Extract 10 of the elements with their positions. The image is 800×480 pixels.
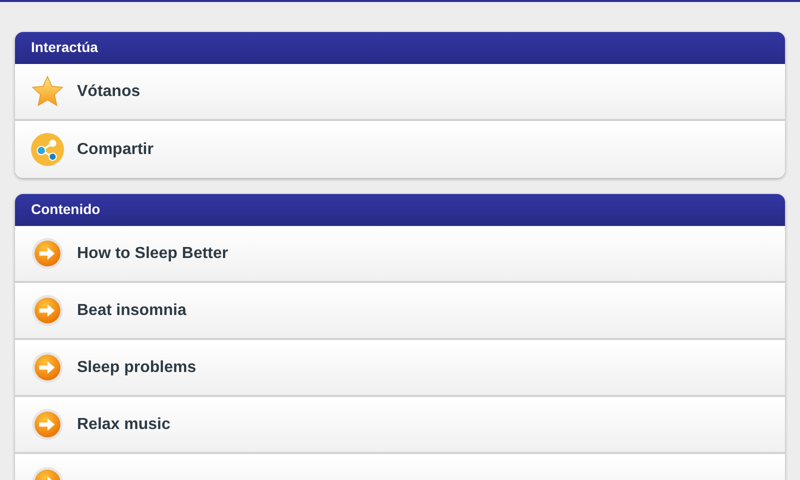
list-item[interactable]: Sleep problems [15, 340, 785, 397]
list-item[interactable]: Beat insomnia [15, 283, 785, 340]
star-icon [31, 75, 64, 108]
section-header: Interactúa [15, 32, 785, 64]
list-item[interactable]: Relax music [15, 397, 785, 454]
share-icon [31, 133, 64, 166]
list-item[interactable]: Compartir [15, 121, 785, 178]
list-item[interactable]: How to Sleep Better [15, 226, 785, 283]
section-header: Contenido [15, 194, 785, 226]
list-item[interactable]: Vótanos [15, 64, 785, 121]
